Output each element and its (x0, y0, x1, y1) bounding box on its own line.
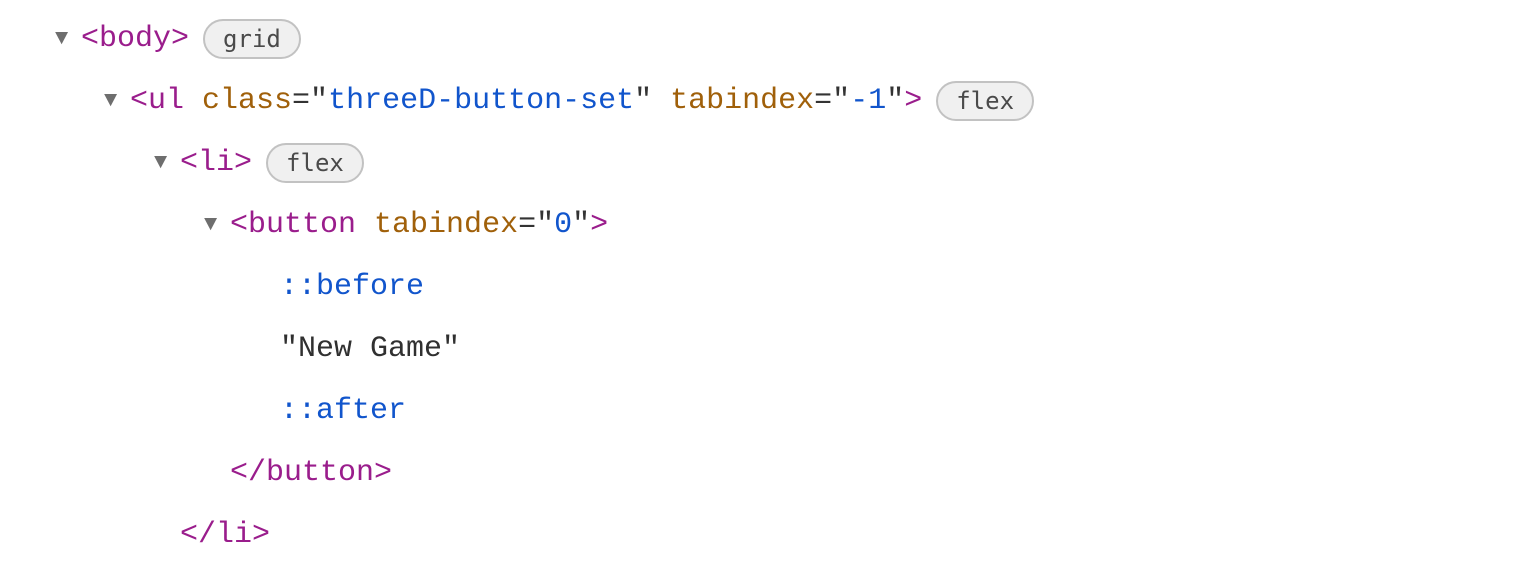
node-label: ::after (280, 387, 406, 435)
node-label: <body> (81, 15, 189, 63)
dom-node-row[interactable]: <li> flex (0, 132, 1526, 194)
dom-tree: <body> grid <ul class="threeD-button-set" … (0, 0, 1526, 566)
disclosure-triangle-icon[interactable] (55, 21, 81, 56)
disclosure-triangle-icon[interactable] (104, 83, 130, 118)
dom-node-row[interactable]: "New Game" (0, 318, 1526, 380)
dom-node-row[interactable]: ::before (0, 256, 1526, 318)
dom-node-row[interactable]: </li> (0, 504, 1526, 566)
dom-node-row[interactable]: <button tabindex="0"> (0, 194, 1526, 256)
disclosure-triangle-icon[interactable] (204, 207, 230, 242)
disclosure-triangle-icon[interactable] (154, 145, 180, 180)
layout-badge[interactable]: flex (266, 143, 364, 183)
node-label: <button tabindex="0"> (230, 201, 608, 249)
dom-node-row[interactable]: <ul class="threeD-button-set" tabindex="… (0, 70, 1526, 132)
node-label: </li> (180, 511, 270, 559)
node-label: <li> (180, 139, 252, 187)
layout-badge[interactable]: grid (203, 19, 301, 59)
dom-node-row[interactable]: </button> (0, 442, 1526, 504)
node-label: "New Game" (280, 325, 460, 373)
layout-badge[interactable]: flex (936, 81, 1034, 121)
node-label: </button> (230, 449, 392, 497)
dom-node-row[interactable]: ::after (0, 380, 1526, 442)
dom-node-row[interactable]: <body> grid (0, 8, 1526, 70)
node-label: <ul class="threeD-button-set" tabindex="… (130, 77, 922, 125)
node-label: ::before (280, 263, 424, 311)
